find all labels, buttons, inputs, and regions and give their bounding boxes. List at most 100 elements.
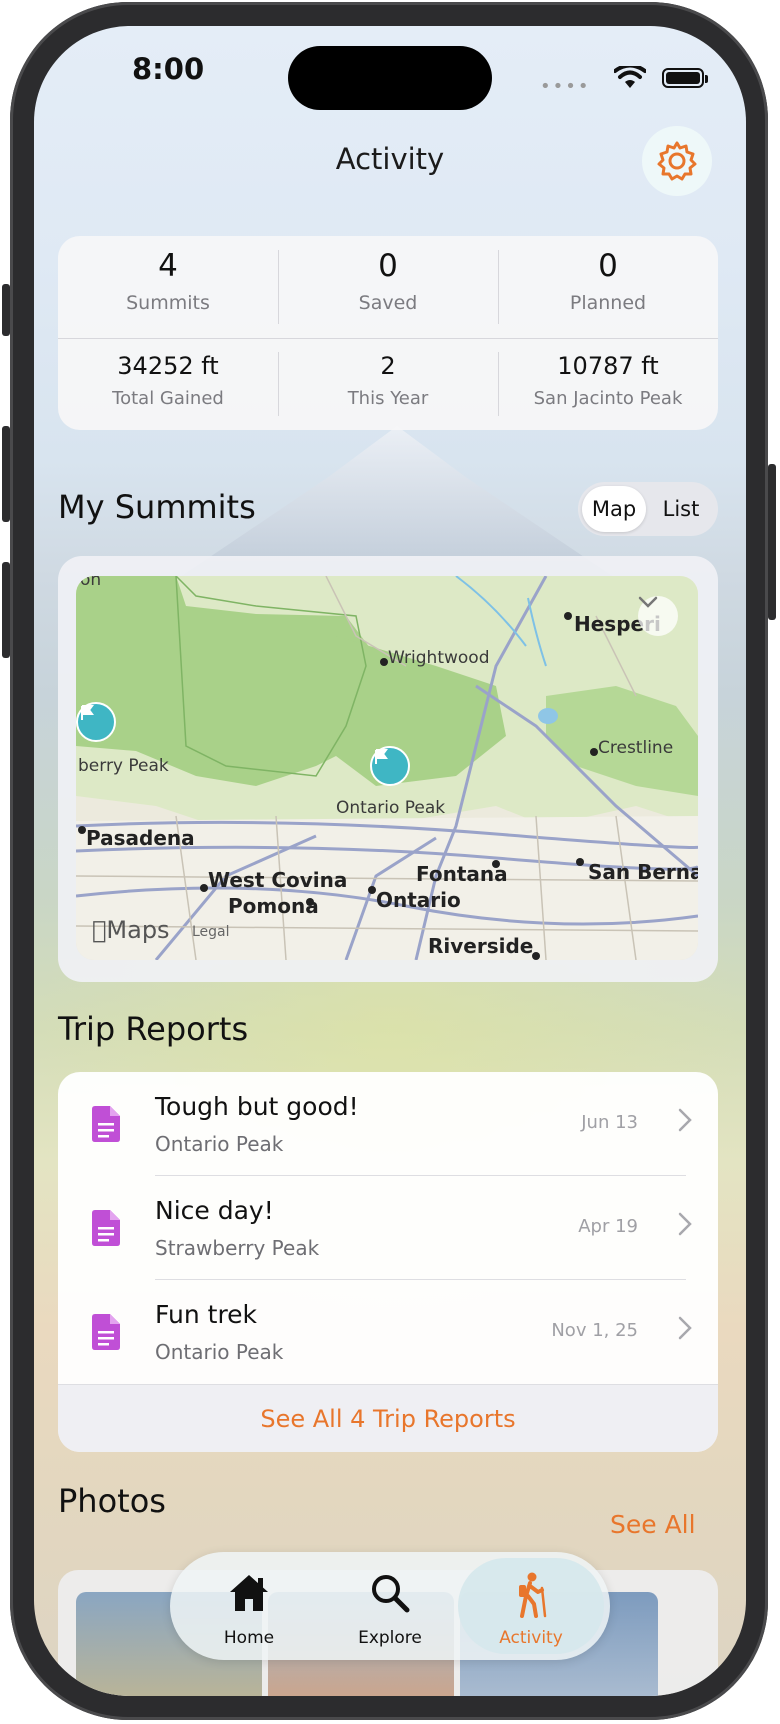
cellular-signal-icon: •••• bbox=[540, 76, 591, 97]
volume-up-button bbox=[2, 426, 10, 522]
summit-pin-ontario-peak[interactable] bbox=[370, 746, 410, 786]
stat-value: 2 bbox=[380, 352, 396, 380]
map-city-dot bbox=[576, 858, 584, 866]
my-summits-title: My Summits bbox=[58, 488, 256, 526]
stat-total-gained: 34252 ft Total Gained bbox=[58, 352, 278, 409]
map-label-crestline: Crestline bbox=[598, 738, 674, 758]
map-expand-button[interactable] bbox=[638, 596, 678, 636]
flag-icon bbox=[81, 705, 94, 720]
map-label-pasadena: Pasadena bbox=[86, 826, 195, 850]
report-date: Apr 19 bbox=[578, 1216, 638, 1237]
map-city-dot bbox=[368, 886, 376, 894]
trip-report-row[interactable]: Tough but good! Ontario Peak Jun 13 bbox=[58, 1072, 718, 1176]
map-label-west-covina: West Covina bbox=[208, 868, 348, 892]
report-title: Fun trek bbox=[155, 1300, 258, 1329]
settings-button[interactable] bbox=[642, 126, 712, 196]
chevron-right-icon bbox=[678, 1316, 692, 1340]
flag-icon bbox=[375, 749, 388, 764]
stat-summits[interactable]: 4 Summits bbox=[58, 248, 278, 314]
see-all-reports-label: See All 4 Trip Reports bbox=[260, 1405, 516, 1433]
stat-label: Total Gained bbox=[112, 388, 224, 409]
report-peak: Strawberry Peak bbox=[155, 1236, 320, 1260]
divider bbox=[278, 352, 279, 416]
map-legal-link[interactable]: Legal bbox=[192, 924, 230, 940]
trip-reports-card: Tough but good! Ontario Peak Jun 13 Nice… bbox=[58, 1072, 718, 1452]
stat-label: This Year bbox=[347, 388, 429, 409]
summits-map-card: on Hesperi Wrightwood Crestline berry Pe… bbox=[58, 556, 718, 982]
chevron-down-icon bbox=[638, 596, 658, 608]
trip-reports-title: Trip Reports bbox=[58, 1010, 249, 1048]
house-icon bbox=[230, 1575, 268, 1611]
gear-icon bbox=[657, 141, 697, 181]
toggle-list[interactable]: List bbox=[648, 486, 714, 532]
map-city-dot bbox=[532, 952, 540, 960]
trip-report-row[interactable]: Nice day! Strawberry Peak Apr 19 bbox=[58, 1176, 718, 1280]
photos-title: Photos bbox=[58, 1482, 166, 1520]
screen: 8:00 •••• Activity 4 Summits 0 Saved 0 P… bbox=[34, 26, 746, 1696]
map-label-wrightwood: Wrightwood bbox=[388, 648, 490, 668]
tab-label: Activity bbox=[499, 1628, 563, 1648]
map-city-dot bbox=[78, 826, 86, 834]
map-label-san-bernardino: San Bernard bbox=[588, 860, 698, 884]
report-title: Tough but good! bbox=[155, 1092, 359, 1121]
summits-map[interactable]: on Hesperi Wrightwood Crestline berry Pe… bbox=[76, 576, 698, 960]
tab-bar: Home Explore Activity bbox=[170, 1552, 610, 1660]
stat-this-year: 2 This Year bbox=[278, 352, 498, 409]
document-icon bbox=[92, 1106, 120, 1142]
status-time: 8:00 bbox=[132, 52, 205, 86]
stat-planned[interactable]: 0 Planned bbox=[498, 248, 718, 314]
report-peak: Ontario Peak bbox=[155, 1340, 284, 1364]
tab-activity[interactable]: Activity bbox=[458, 1558, 604, 1654]
divider bbox=[498, 352, 499, 416]
stat-label: Planned bbox=[569, 292, 647, 314]
report-peak: Ontario Peak bbox=[155, 1132, 284, 1156]
divider bbox=[58, 338, 718, 339]
stat-value: 34252 ft bbox=[117, 352, 219, 380]
wifi-icon bbox=[614, 66, 646, 88]
summit-pin-strawberry-peak[interactable] bbox=[76, 702, 116, 742]
dynamic-island bbox=[288, 46, 492, 110]
report-date: Nov 1, 25 bbox=[551, 1320, 638, 1341]
chevron-right-icon bbox=[678, 1108, 692, 1132]
map-label-strawberry-peak: berry Peak bbox=[78, 756, 169, 776]
tab-label: Explore bbox=[358, 1628, 422, 1648]
see-all-reports-button[interactable]: See All 4 Trip Reports bbox=[58, 1384, 718, 1452]
map-label-riverside: Riverside bbox=[428, 934, 534, 958]
battery-icon bbox=[662, 68, 708, 88]
stat-value: 0 bbox=[598, 248, 618, 284]
map-label-corner: on bbox=[80, 576, 102, 590]
maps-logo-text: Maps bbox=[92, 916, 169, 944]
stat-label: San Jacinto Peak bbox=[533, 388, 683, 409]
hiker-icon bbox=[519, 1572, 547, 1618]
view-toggle: Map List bbox=[578, 482, 718, 536]
divider bbox=[498, 250, 499, 324]
map-label-pomona: Pomona bbox=[228, 894, 319, 918]
report-date: Jun 13 bbox=[581, 1112, 638, 1133]
photos-see-all-link[interactable]: See All bbox=[610, 1510, 696, 1539]
power-button bbox=[768, 464, 776, 620]
map-city-dot bbox=[200, 884, 208, 892]
map-city-dot bbox=[564, 612, 572, 620]
chevron-right-icon bbox=[678, 1212, 692, 1236]
stats-card: 4 Summits 0 Saved 0 Planned 34252 ft Tot… bbox=[58, 236, 718, 430]
map-label-ontario: Ontario bbox=[376, 888, 461, 912]
map-city-dot bbox=[590, 748, 598, 756]
stat-value: 0 bbox=[378, 248, 398, 284]
stat-highest-peak: 10787 ft San Jacinto Peak bbox=[498, 352, 718, 409]
side-button bbox=[2, 284, 10, 336]
map-label-fontana: Fontana bbox=[416, 862, 508, 886]
stat-value: 4 bbox=[158, 248, 178, 284]
tab-explore[interactable]: Explore bbox=[317, 1558, 463, 1654]
document-icon bbox=[92, 1314, 120, 1350]
status-bar: 8:00 •••• bbox=[34, 26, 746, 110]
trip-report-row[interactable]: Fun trek Ontario Peak Nov 1, 25 bbox=[58, 1280, 718, 1384]
toggle-map[interactable]: Map bbox=[582, 486, 646, 532]
stat-value: 10787 ft bbox=[557, 352, 659, 380]
tab-label: Home bbox=[223, 1628, 275, 1648]
stat-saved[interactable]: 0 Saved bbox=[278, 248, 498, 314]
tab-home[interactable]: Home bbox=[176, 1558, 322, 1654]
map-label-ontario-peak: Ontario Peak bbox=[336, 798, 446, 818]
document-icon bbox=[92, 1210, 120, 1246]
stat-label: Summits bbox=[126, 292, 210, 314]
maps-attribution: Maps bbox=[92, 916, 170, 944]
